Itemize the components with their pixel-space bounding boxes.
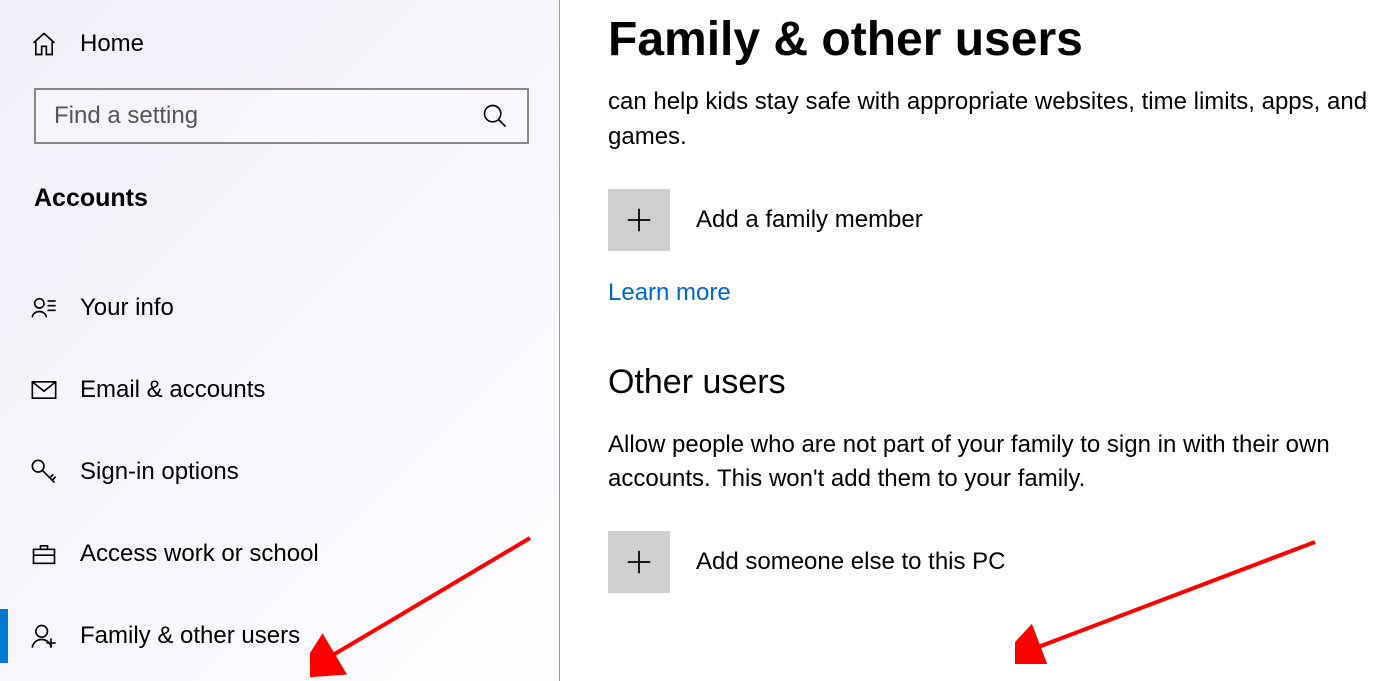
add-family-member-button[interactable]: Add a family member — [608, 189, 1370, 251]
search-box[interactable] — [34, 88, 529, 144]
add-family-label: Add a family member — [696, 206, 923, 234]
sidebar-item-label: Your info — [80, 294, 174, 322]
page-title: Family & other users — [608, 12, 1370, 67]
sidebar-item-label: Access work or school — [80, 540, 319, 568]
home-label: Home — [80, 30, 144, 58]
category-heading: Accounts — [4, 166, 559, 231]
home-nav[interactable]: Home — [4, 12, 559, 76]
nav-list: Your info Email & accounts Sign-in optio… — [4, 267, 559, 677]
plus-icon — [608, 189, 670, 251]
sidebar-item-label: Email & accounts — [80, 376, 265, 404]
sidebar-item-family[interactable]: Family & other users — [4, 595, 559, 677]
search-icon — [481, 102, 509, 130]
briefcase-icon — [30, 540, 58, 568]
sidebar-item-email[interactable]: Email & accounts — [4, 349, 559, 431]
family-description: can help kids stay safe with appropriate… — [608, 85, 1370, 155]
sidebar-item-label: Family & other users — [80, 622, 300, 650]
other-users-description: Allow people who are not part of your fa… — [608, 428, 1370, 498]
sidebar-item-label: Sign-in options — [80, 458, 239, 486]
add-other-user-button[interactable]: Add someone else to this PC — [608, 531, 1370, 593]
plus-icon — [608, 531, 670, 593]
sidebar-item-signin[interactable]: Sign-in options — [4, 431, 559, 513]
settings-sidebar: Home Accounts Your info Email & accounts… — [0, 0, 560, 681]
home-icon — [30, 30, 58, 58]
other-users-heading: Other users — [608, 363, 1370, 402]
sidebar-item-your-info[interactable]: Your info — [4, 267, 559, 349]
key-icon — [30, 458, 58, 486]
person-add-icon — [30, 622, 58, 650]
main-content: Family & other users can help kids stay … — [560, 0, 1390, 681]
learn-more-link[interactable]: Learn more — [608, 279, 731, 307]
person-card-icon — [30, 294, 58, 322]
mail-icon — [30, 376, 58, 404]
search-input[interactable] — [54, 102, 481, 130]
sidebar-item-work-school[interactable]: Access work or school — [4, 513, 559, 595]
add-other-label: Add someone else to this PC — [696, 548, 1006, 576]
